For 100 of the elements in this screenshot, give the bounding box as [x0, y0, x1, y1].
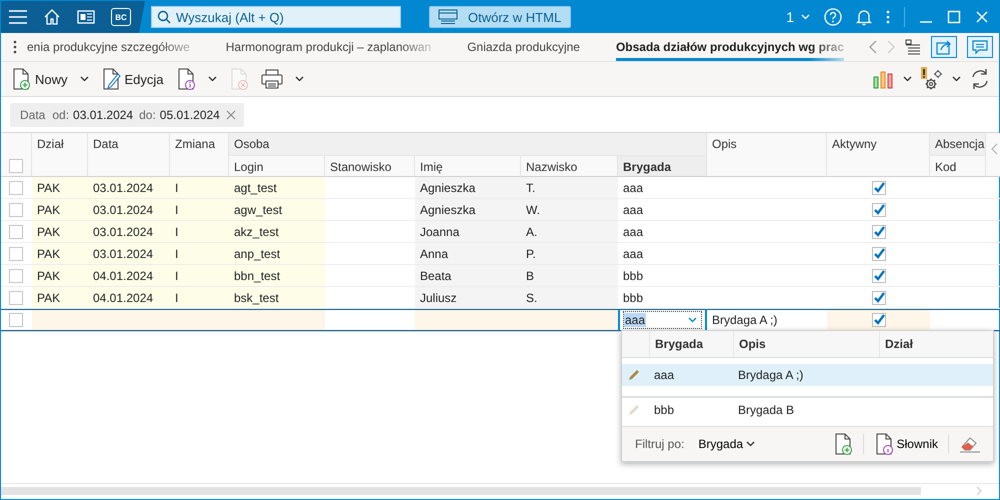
edit-button[interactable]: Edycja — [100, 66, 164, 92]
table-cell: PAK — [32, 177, 88, 199]
lookup-row[interactable]: aaa Brydaga A ;) — [622, 364, 993, 386]
checkbox-checked-icon[interactable] — [872, 180, 886, 194]
table-cell-text: Brygada B — [737, 403, 796, 417]
bell-icon[interactable] — [856, 8, 872, 26]
gears-warning-icon[interactable] — [920, 67, 944, 91]
table-cell: 03.01.2024 — [88, 221, 170, 243]
select-all-checkbox[interactable] — [9, 159, 23, 173]
chevron-left-icon[interactable] — [869, 40, 877, 54]
bar-chart-icon[interactable] — [873, 69, 895, 89]
column-header[interactable]: Dział — [879, 331, 993, 357]
checkbox-checked-icon[interactable] — [872, 202, 886, 216]
document-info-icon — [874, 433, 894, 455]
new-button[interactable]: Nowy — [11, 66, 89, 92]
more-icon[interactable] — [13, 40, 17, 54]
checkbox-checked-icon[interactable] — [872, 268, 886, 282]
newspaper-icon[interactable] — [77, 10, 95, 24]
html-icon — [438, 9, 458, 25]
column-header[interactable]: Imię — [415, 155, 521, 177]
column-header[interactable]: Data — [88, 133, 170, 177]
search-icon — [157, 10, 171, 24]
table-cell: 03.01.2024 — [88, 177, 170, 199]
filter-label: od: — [52, 108, 70, 122]
table-cell-text: Brydaga A ;) — [737, 368, 804, 382]
chevron-down-icon — [746, 441, 756, 447]
table-cell: Joanna — [415, 221, 521, 243]
chevron-down-icon — [801, 14, 810, 20]
filter-label: Data — [20, 108, 46, 122]
column-group-header: Absencja — [930, 133, 986, 155]
column-header[interactable]: Stanowisko — [325, 155, 415, 177]
dictionary-button[interactable]: Słownik — [870, 433, 942, 455]
chevron-down-icon — [903, 76, 912, 82]
horizontal-scrollbar[interactable] — [1, 487, 921, 495]
table-cell: PAK — [32, 265, 88, 287]
row-checkbox[interactable] — [9, 202, 23, 216]
column-header[interactable]: Opis — [733, 331, 879, 357]
filter-label: do: — [139, 108, 156, 122]
share-icon — [936, 39, 952, 55]
menu-icon[interactable] — [9, 10, 27, 24]
row-checkbox[interactable] — [9, 246, 23, 260]
column-header[interactable]: Nazwisko — [521, 155, 618, 177]
row-checkbox[interactable] — [9, 290, 23, 304]
checkbox-checked-icon[interactable] — [872, 290, 886, 304]
table-cell: PAK — [32, 287, 88, 309]
column-header[interactable]: Brygada — [618, 155, 707, 177]
tab-list-icon[interactable] — [905, 39, 921, 55]
column-header[interactable]: Aktywny — [827, 133, 930, 177]
home-icon[interactable] — [43, 9, 61, 25]
table-cell: 04.01.2024 — [88, 265, 170, 287]
column-header[interactable]: Login — [229, 155, 325, 177]
scroll-left-icon[interactable] — [991, 143, 998, 155]
edit-document-icon — [100, 68, 121, 90]
chat-button[interactable] — [967, 36, 993, 58]
checkbox-checked-icon[interactable] — [872, 313, 886, 327]
tab[interactable]: Gniazda produkcyjne — [467, 33, 580, 61]
search-field[interactable]: Wyszukaj (Alt + Q) — [151, 6, 401, 28]
table-cell: I — [170, 243, 229, 265]
table-cell: 03.01.2024 — [88, 199, 170, 221]
tab[interactable]: Harmonogram produkcji – zaplanowan — [226, 33, 432, 61]
row-checkbox[interactable] — [9, 224, 23, 238]
lookup-field[interactable]: aaa — [623, 311, 702, 329]
column-header[interactable]: Dział — [32, 133, 88, 177]
print-button[interactable] — [260, 67, 304, 91]
help-icon[interactable] — [824, 8, 842, 26]
column-header[interactable]: Zmiana — [170, 133, 229, 177]
date-filter-chip[interactable]: Data od: 03.01.2024 do: 05.01.2024 — [10, 102, 244, 126]
chevron-down-icon — [208, 76, 217, 82]
table-cell: A. — [521, 221, 618, 243]
info-button[interactable] — [176, 66, 217, 92]
table-cell-text: aaa — [653, 368, 676, 382]
table-cell: akz_test — [229, 221, 325, 243]
table-cell: B — [521, 265, 618, 287]
open-html-button[interactable]: Otwórz w HTML — [429, 6, 571, 28]
row-checkbox[interactable] — [9, 313, 23, 327]
table-cell: Agnieszka — [415, 177, 521, 199]
filter-value: 03.01.2024 — [73, 108, 134, 122]
lookup-row[interactable]: bbb Brygada B — [622, 396, 993, 422]
close-icon[interactable] — [226, 110, 236, 120]
table-cell: Beata — [415, 265, 521, 287]
company-selector[interactable]: 1 — [786, 9, 810, 25]
more-icon[interactable] — [886, 10, 890, 24]
table-cell: PAK — [32, 243, 88, 265]
row-checkbox[interactable] — [9, 180, 23, 194]
chevron-down-icon — [688, 317, 697, 323]
column-header[interactable]: Opis — [707, 133, 827, 177]
table-cell: W. — [521, 199, 618, 221]
app-badge[interactable]: BC — [111, 8, 131, 26]
column-header[interactable]: Brygada — [649, 331, 733, 357]
row-checkbox[interactable] — [9, 268, 23, 282]
tab[interactable]: enia produkcyjne szczegółowe — [27, 33, 190, 61]
column-header[interactable]: Kod — [930, 155, 986, 177]
table-cell: I — [170, 265, 229, 287]
maximize-icon[interactable] — [947, 10, 961, 24]
checkbox-checked-icon[interactable] — [872, 224, 886, 238]
table-cell: S. — [521, 287, 618, 309]
checkbox-checked-icon[interactable] — [872, 246, 886, 260]
filter-dropdown[interactable]: Brygada — [698, 437, 756, 451]
pencil-icon — [627, 403, 641, 417]
share-button[interactable] — [931, 36, 957, 58]
